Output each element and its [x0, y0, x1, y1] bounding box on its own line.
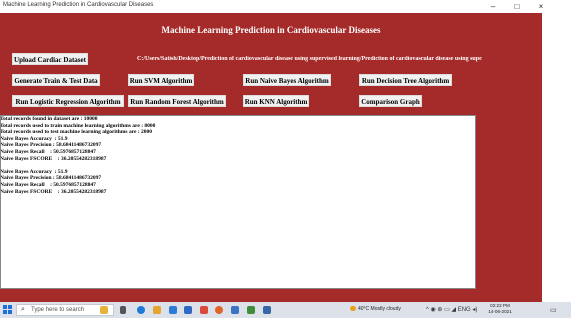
output-line: Total records used to train machine lear… — [0, 122, 156, 129]
upload-dataset-button[interactable]: Upload Cardiac Dataset — [12, 53, 88, 65]
mail-icon[interactable] — [169, 306, 177, 314]
window-title: Machine Learning Prediction in Cardiovas… — [3, 2, 154, 8]
office-icon[interactable] — [200, 306, 208, 314]
run-decision-tree-button[interactable]: Run Decision Tree Algorithm — [359, 74, 452, 86]
run-logistic-regression-button[interactable]: Run Logistic Regression Algorithm — [12, 95, 124, 107]
output-line: Naive Bayes Recall : 50.5976857128847 — [0, 181, 96, 188]
system-tray-icons[interactable]: ^ ◉ ⊕ ▭ ◢ ENG ◂) — [426, 306, 477, 313]
clock-date: 14-06-2021 — [488, 309, 512, 314]
app-icon[interactable] — [247, 306, 255, 314]
edge-browser-icon[interactable] — [137, 306, 145, 314]
weather-text: 40°C Mostly cloudy — [358, 306, 401, 312]
output-line: Naive Bayes Precision : 58.6841148673209… — [0, 175, 102, 182]
app-heading: Machine Learning Prediction in Cardiovas… — [161, 25, 381, 35]
output-line: Total records used to test machine learn… — [0, 129, 153, 136]
output-line: Naive Bayes Recall : 50.5976857128847 — [0, 148, 96, 155]
output-line: Naive Bayes Accuracy : 51.9 — [0, 168, 68, 175]
notification-icon[interactable]: ▭ — [550, 306, 557, 314]
firefox-icon[interactable] — [215, 306, 223, 314]
python-icon[interactable] — [263, 306, 271, 314]
weather-icon — [350, 306, 356, 312]
window-titlebar: Machine Learning Prediction in Cardiovas… — [0, 0, 571, 13]
taskbar: ⌕ Type here to search 40°C Mostly cloudy… — [0, 302, 571, 318]
photos-icon[interactable] — [231, 306, 239, 314]
desktop-background — [542, 13, 571, 302]
run-naive-bayes-button[interactable]: Run Naive Bayes Algorithm — [243, 74, 331, 86]
close-button[interactable]: × — [530, 0, 552, 13]
search-icon: ⌕ — [21, 306, 25, 313]
output-line: Total records found in dataset are : 100… — [0, 116, 98, 122]
run-knn-button[interactable]: Run KNN Algorithm — [243, 95, 309, 107]
windows-start-icon[interactable] — [3, 305, 13, 315]
store-icon[interactable] — [184, 306, 192, 314]
run-random-forest-button[interactable]: Run Random Forest Algorithm — [128, 95, 226, 107]
output-line: Naive Bayes FSCORE : 36.20554282318987 — [0, 188, 107, 195]
output-line: Naive Bayes Accuracy : 51.9 — [0, 135, 68, 142]
results-text-area[interactable]: Total records found in dataset are : 100… — [0, 115, 476, 289]
run-svm-button[interactable]: Run SVM Algorithm — [128, 74, 194, 86]
clock[interactable]: 02:22 PM 14-06-2021 — [484, 303, 516, 315]
comparison-graph-button[interactable]: Comparison Graph — [359, 95, 422, 107]
file-explorer-icon[interactable] — [153, 306, 161, 314]
output-line: Naive Bayes FSCORE : 36.20554282318987 — [0, 155, 107, 162]
output-line: Naive Bayes Precision : 58.6841148673209… — [0, 142, 102, 149]
dataset-path-label: C:/Users/Satish/Desktop/Prediction of ca… — [137, 56, 482, 62]
minimize-button[interactable]: – — [482, 0, 504, 13]
maximize-button[interactable]: □ — [506, 0, 528, 13]
generate-train-test-button[interactable]: Generate Train & Test Data — [12, 74, 100, 86]
search-placeholder: Type here to search — [31, 307, 85, 313]
people-icon[interactable] — [100, 306, 108, 314]
weather-widget[interactable]: 40°C Mostly cloudy — [350, 306, 401, 312]
task-view-icon[interactable] — [120, 306, 126, 314]
